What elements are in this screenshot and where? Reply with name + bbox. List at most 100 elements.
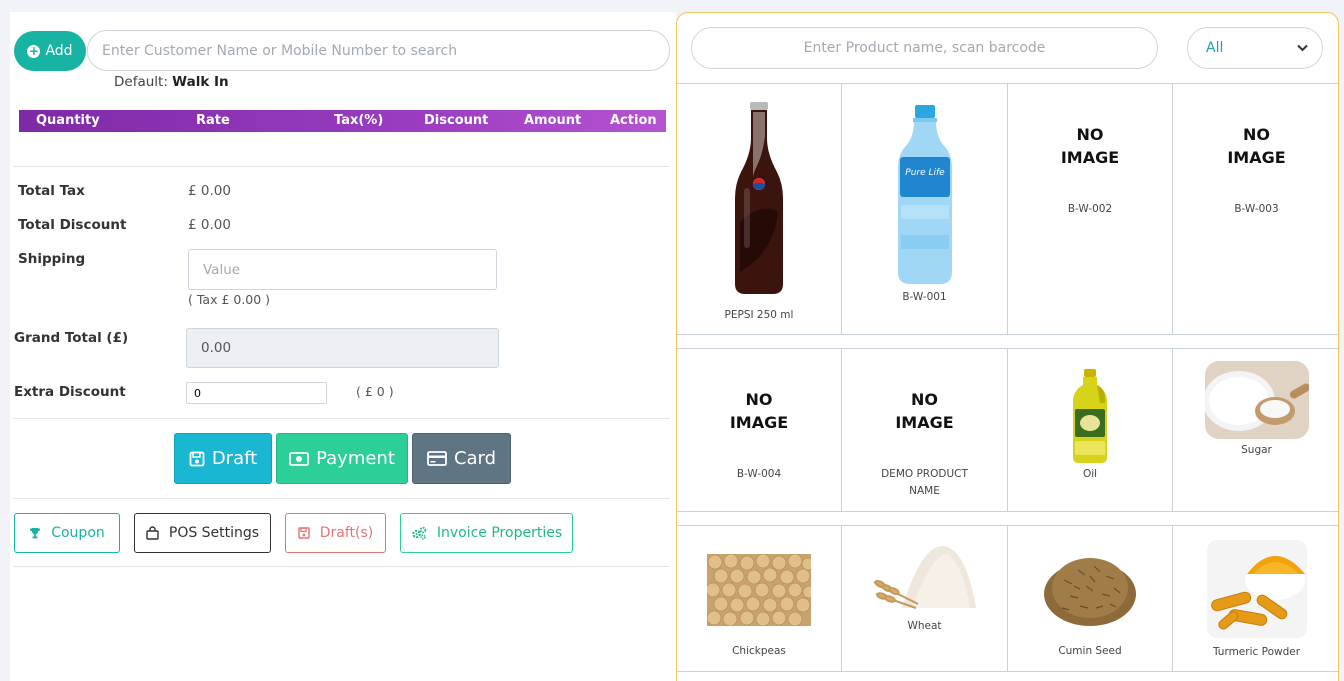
- no-image-placeholder: NO IMAGE: [1173, 123, 1338, 169]
- trophy-icon: [30, 528, 41, 539]
- product-card-wheat[interactable]: Wheat: [842, 526, 1008, 671]
- wheat-flour-image: [873, 545, 976, 609]
- no-image-line: NO: [1076, 125, 1104, 144]
- add-customer-label: Add: [45, 43, 73, 59]
- draft-button[interactable]: Draft: [174, 433, 272, 484]
- pos-settings-label: POS Settings: [168, 525, 260, 541]
- product-row: NO IMAGE B-W-004 NO IMAGE DEMO PRODUCT NAM…: [677, 348, 1338, 512]
- shipping-label: Shipping: [18, 251, 86, 267]
- invoice-properties-label: Invoice Properties: [436, 525, 563, 541]
- sugar-bowl-image: [1204, 361, 1309, 439]
- pos-settings-button[interactable]: POS Settings: [134, 513, 271, 553]
- product-search-input[interactable]: [691, 27, 1158, 69]
- header-amount: Amount: [524, 113, 582, 128]
- product-name: DEMO PRODUCT NAME: [881, 468, 968, 497]
- extra-discount-amount: ( £ 0 ): [356, 384, 394, 399]
- add-customer-button[interactable]: + Add: [14, 31, 86, 71]
- product-name: Turmeric Powder: [1212, 646, 1301, 658]
- credit-card-icon: [427, 451, 447, 466]
- no-image-line: IMAGE: [1227, 148, 1286, 167]
- product-card-bw002[interactable]: NO IMAGE B-W-002: [1008, 84, 1173, 334]
- default-customer-value: Walk In: [172, 74, 229, 90]
- total-tax-value: £ 0.00: [188, 183, 231, 199]
- no-image-placeholder: NO IMAGE: [1008, 123, 1172, 169]
- total-discount-value: £ 0.00: [188, 217, 231, 233]
- card-button[interactable]: Card: [412, 433, 511, 484]
- product-name: B-W-004: [736, 468, 782, 480]
- product-name: Oil: [1082, 468, 1098, 480]
- product-row: Chickpeas Wheat Cumin Seed Turmeric Powd…: [677, 525, 1338, 672]
- product-card-cumin[interactable]: Cumin Seed: [1008, 526, 1173, 671]
- invoice-properties-button[interactable]: Invoice Properties: [400, 513, 573, 553]
- no-image-line: IMAGE: [1060, 148, 1120, 167]
- category-select[interactable]: All: [1187, 27, 1323, 69]
- product-panel: All PEPSI 250 ml: [676, 12, 1339, 681]
- total-tax-label: Total Tax: [18, 183, 85, 199]
- extra-discount-label: Extra Discount: [14, 384, 126, 400]
- category-selected: All: [1206, 40, 1224, 56]
- header-rate: Rate: [196, 113, 230, 128]
- product-card-pepsi[interactable]: PEPSI 250 ml: [677, 84, 842, 334]
- cart-table-header: Quantity Rate Tax(%) Discount Amount Act…: [19, 110, 666, 132]
- no-image-placeholder: NO IMAGE: [677, 388, 841, 434]
- divider: [13, 566, 670, 567]
- product-card-turmeric[interactable]: Turmeric Powder: [1173, 526, 1338, 671]
- cart-panel: + Add Default: Walk In Quantity Rate Tax…: [10, 12, 676, 681]
- no-image-line: IMAGE: [729, 413, 789, 432]
- payment-label: Payment: [316, 448, 395, 469]
- divider: [13, 166, 670, 167]
- header-discount: Discount: [424, 113, 489, 128]
- payment-button[interactable]: Payment: [276, 433, 408, 484]
- product-name: Wheat: [907, 620, 942, 632]
- shipping-tax: ( Tax £ 0.00 ): [188, 292, 271, 307]
- default-customer: Default: Walk In: [114, 74, 229, 90]
- cogs-icon: [412, 526, 427, 540]
- no-image-line: NO: [1243, 125, 1270, 144]
- no-image-placeholder: NO IMAGE: [842, 388, 1007, 434]
- money-icon: [289, 451, 309, 466]
- coupon-button[interactable]: Coupon: [14, 513, 120, 553]
- chevron-down-icon: [1297, 44, 1308, 52]
- svg-text:Pure Life: Pure Life: [905, 168, 945, 178]
- coupon-label: Coupon: [51, 525, 105, 541]
- draft-label: Draft: [211, 448, 258, 469]
- product-name: B-W-002: [1067, 203, 1113, 215]
- product-card-oil[interactable]: Oil: [1008, 349, 1173, 511]
- product-name: B-W-003: [1234, 203, 1279, 215]
- oil-bottle-image: [1073, 369, 1107, 463]
- card-label: Card: [453, 448, 497, 469]
- header-quantity: Quantity: [36, 113, 100, 128]
- product-card-chickpeas[interactable]: Chickpeas: [677, 526, 842, 671]
- default-customer-prefix: Default:: [114, 74, 168, 90]
- drafts-label: Draft(s): [319, 525, 374, 541]
- product-card-bw004[interactable]: NO IMAGE B-W-004: [677, 349, 842, 511]
- product-name: PEPSI 250 ml: [724, 309, 794, 321]
- shopping-bag-icon: [146, 526, 159, 540]
- customer-search-input[interactable]: [87, 30, 670, 71]
- product-card-bw003[interactable]: NO IMAGE B-W-003: [1173, 84, 1338, 334]
- no-image-line: IMAGE: [895, 413, 954, 432]
- header-tax: Tax(%): [334, 113, 384, 128]
- save-icon: [189, 451, 205, 466]
- product-name: Cumin Seed: [1058, 645, 1122, 657]
- extra-discount-input[interactable]: [186, 382, 327, 404]
- product-card-bw001[interactable]: Pure Life B-W-001: [842, 84, 1008, 334]
- product-card-sugar[interactable]: Sugar: [1173, 349, 1338, 511]
- no-image-line: NO: [911, 390, 938, 409]
- no-image-line: NO: [745, 390, 773, 409]
- total-discount-label: Total Discount: [18, 217, 127, 233]
- header-action: Action: [610, 113, 657, 128]
- grand-total-value: 0.00: [186, 328, 499, 368]
- product-row: PEPSI 250 ml Pure Life B-W-001 NO IMAGE B…: [677, 83, 1338, 335]
- product-name: Chickpeas: [732, 645, 786, 657]
- turmeric-image: [1206, 540, 1307, 638]
- product-name: B-W-001: [902, 291, 947, 303]
- cumin-seeds-image: [1044, 558, 1136, 626]
- grand-total-label: Grand Total (£): [14, 330, 129, 346]
- product-card-demo[interactable]: NO IMAGE DEMO PRODUCT NAME: [842, 349, 1008, 511]
- pepsi-bottle-image: [735, 102, 783, 294]
- divider: [13, 418, 670, 419]
- product-name: Sugar: [1241, 444, 1272, 456]
- shipping-input[interactable]: [188, 249, 497, 290]
- drafts-button[interactable]: Draft(s): [285, 513, 386, 553]
